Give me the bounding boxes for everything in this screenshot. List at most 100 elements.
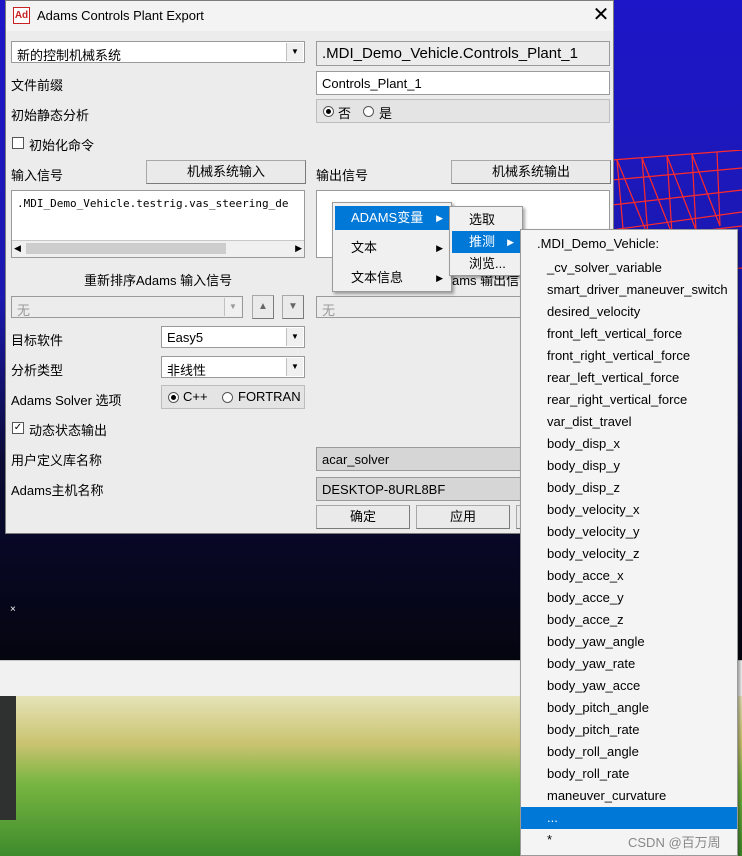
initial-static-no-radio[interactable] [323,106,334,117]
variable-list-item[interactable]: body_acce_y [521,587,737,609]
scroll-left-icon[interactable]: ◀ [14,243,21,254]
menu-item-text-info[interactable]: 文本信息 ▶ [335,266,449,290]
variable-list-item[interactable]: body_yaw_angle [521,631,737,653]
variable-list-item[interactable]: desired_velocity [521,301,737,323]
variable-list-item[interactable]: body_roll_angle [521,741,737,763]
variable-list-item[interactable]: rear_right_vertical_force [521,389,737,411]
input-signal-label: 输入信号 [11,168,64,183]
system-select[interactable]: 新的控制机械系统 ▼ [11,41,305,63]
file-prefix-value: Controls_Plant_1 [322,76,422,91]
variable-list-item[interactable]: body_roll_rate [521,763,737,785]
menu-item-label: ADAMS变量 [351,210,424,225]
solver-radio-group: C++ FORTRAN [161,385,305,409]
variable-list-item[interactable]: body_acce_z [521,609,737,631]
variable-list-item[interactable]: rear_left_vertical_force [521,367,737,389]
submenu-item-browse[interactable]: 浏览... [452,253,520,275]
input-order-select[interactable]: 无 ▼ [11,296,243,318]
menu-item-label: 文本信息 [351,270,404,285]
variable-list-item[interactable]: front_left_vertical_force [521,323,737,345]
scrollbar-thumb[interactable] [26,243,226,254]
horizontal-scrollbar[interactable]: ◀ ▶ [12,240,304,257]
output-signal-label: 输出信号 [316,168,369,183]
variable-list-item[interactable]: body_acce_x [521,565,737,587]
variable-list-item[interactable]: body_disp_z [521,477,737,499]
submenu-item-pick[interactable]: 选取 [452,209,520,231]
solver-cpp-radio[interactable] [168,392,179,403]
title-bar[interactable]: Ad Adams Controls Plant Export ✕ [6,1,613,31]
adams-app-icon: Ad [13,7,30,24]
variable-list-item[interactable]: front_right_vertical_force [521,345,737,367]
variable-list-item[interactable]: body_disp_y [521,455,737,477]
output-order-select[interactable]: 无 [316,296,526,318]
reorder-input-label: 重新排序Adams 输入信号 [84,273,233,288]
context-menu: ADAMS变量 ▶ 文本 ▶ 文本信息 ▶ [332,202,452,292]
solver-fortran-radio[interactable] [222,392,233,403]
variable-list-item[interactable]: body_pitch_angle [521,697,737,719]
plant-name-field[interactable]: .MDI_Demo_Vehicle.Controls_Plant_1 [316,41,610,66]
analysis-type-label: 分析类型 [11,363,64,378]
menu-item-text[interactable]: 文本 ▶ [335,236,449,260]
dynamic-state-label: 动态状态输出 [29,423,108,438]
variable-list-item[interactable]: body_disp_x [521,433,737,455]
solver-cpp-label: C++ [183,389,208,404]
watermark: CSDN @百万周 [628,835,721,850]
ok-button[interactable]: 确定 [316,505,410,529]
variable-list-item[interactable]: body_yaw_rate [521,653,737,675]
solver-options-label: Adams Solver 选项 [11,393,122,408]
variable-list-item[interactable]: body_yaw_acce [521,675,737,697]
output-signal-button[interactable]: 机械系统输出 [451,160,611,184]
initial-static-label: 初始静态分析 [11,108,90,123]
variable-list-header: .MDI_Demo_Vehicle: [537,236,660,251]
input-signal-item[interactable]: .MDI_Demo_Vehicle.testrig.vas_steering_d… [17,197,289,210]
target-software-select[interactable]: Easy5 ▼ [161,326,305,348]
variable-list-item[interactable]: smart_driver_maneuver_switch [521,279,737,301]
variable-list-item[interactable]: body_velocity_x [521,499,737,521]
init-commands-checkbox[interactable] [12,137,24,149]
output-order-value: 无 [322,303,336,318]
host-label: Adams主机名称 [11,483,104,498]
file-prefix-input[interactable]: Controls_Plant_1 [316,71,610,95]
variable-guess-list: .MDI_Demo_Vehicle: _cv_solver_variable sm… [520,229,738,856]
move-up-button[interactable]: ▲ [252,295,274,319]
analysis-type-value: 非线性 [167,363,207,378]
target-software-label: 目标软件 [11,333,64,348]
scroll-right-icon[interactable]: ▶ [295,243,302,254]
dynamic-state-checkbox[interactable]: ✓ [12,422,24,434]
menu-item-label: 文本 [351,240,378,255]
input-signal-button[interactable]: 机械系统输入 [146,160,306,184]
variable-list-item[interactable]: body_pitch_rate [521,719,737,741]
menu-item-adams-variable[interactable]: ADAMS变量 ▶ [335,206,449,230]
initial-static-yes-radio[interactable] [363,106,374,117]
variable-items: _cv_solver_variable smart_driver_maneuver… [521,257,737,855]
axis-marker-icon: × [10,604,16,615]
submenu-arrow-icon: ▶ [436,243,443,253]
apply-button[interactable]: 应用 [416,505,510,529]
adams-variable-submenu: 选取 推测 ▶ 浏览... [449,206,523,276]
chevron-down-icon: ▼ [224,298,241,316]
variable-list-item[interactable]: body_velocity_z [521,543,737,565]
chevron-down-icon: ▼ [286,43,303,61]
variable-list-item[interactable]: body_velocity_y [521,521,737,543]
variable-list-item[interactable]: var_dist_travel [521,411,737,433]
chevron-down-icon: ▼ [286,328,303,346]
variable-list-item[interactable]: maneuver_curvature [521,785,737,807]
system-select-value: 新的控制机械系统 [17,48,122,63]
submenu-item-guess[interactable]: 推测 ▶ [452,231,520,253]
init-commands-label: 初始化命令 [29,138,95,153]
initial-static-radio-group: 否 是 [316,99,610,123]
input-signal-list[interactable]: .MDI_Demo_Vehicle.testrig.vas_steering_d… [11,190,305,258]
chevron-down-icon: ▼ [286,358,303,376]
plant-name-value: .MDI_Demo_Vehicle.Controls_Plant_1 [322,45,578,62]
analysis-type-select[interactable]: 非线性 ▼ [161,356,305,378]
move-down-button[interactable]: ▼ [282,295,304,319]
variable-list-item[interactable]: ... [521,807,737,829]
close-button[interactable]: ✕ [590,4,612,26]
initial-static-yes-label: 是 [379,106,393,121]
user-lib-value: acar_solver [322,452,390,467]
host-input[interactable]: DESKTOP-8URL8BF [316,477,526,501]
variable-list-item[interactable]: _cv_solver_variable [521,257,737,279]
submenu-arrow-icon: ▶ [436,213,443,223]
user-lib-input[interactable]: acar_solver [316,447,526,471]
input-order-value: 无 [17,303,31,318]
window-title: Adams Controls Plant Export [37,8,204,23]
